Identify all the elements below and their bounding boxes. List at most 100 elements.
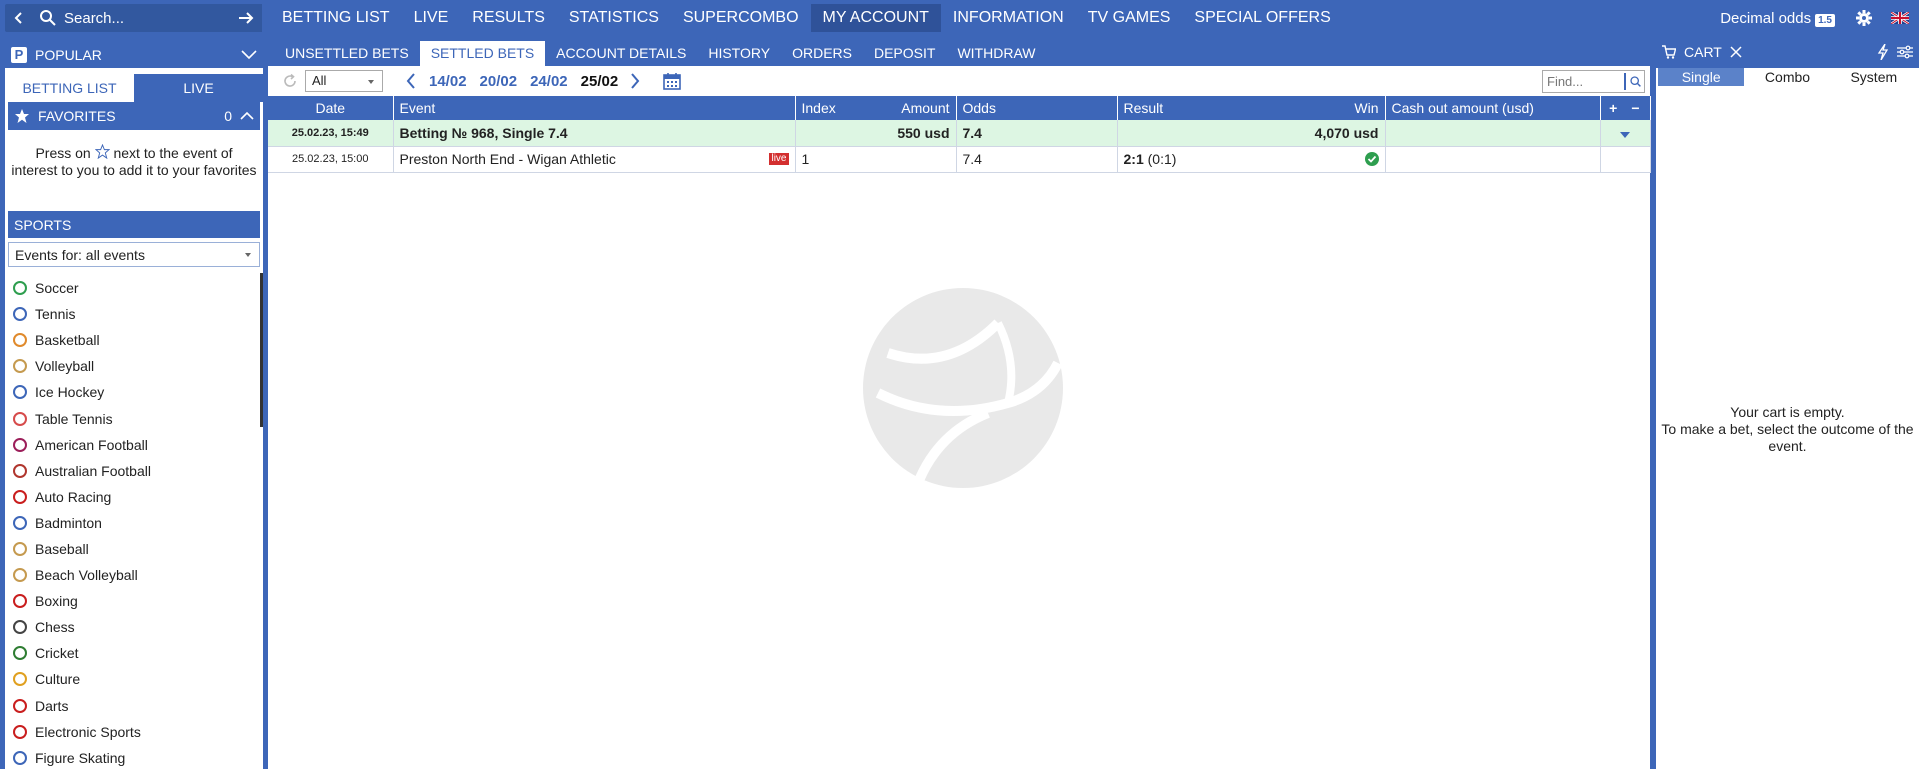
event-index: 1	[795, 146, 957, 173]
live-badge: live	[769, 153, 789, 165]
odds-format-selector[interactable]: Decimal odds 1.5	[1720, 10, 1835, 27]
bet-row[interactable]: 25.02.23, 15:49 Betting № 968, Single 7.…	[268, 120, 1651, 147]
collapse-all-button[interactable]: −	[1631, 100, 1639, 116]
back-button[interactable]	[5, 4, 33, 32]
nav-information[interactable]: INFORMATION	[941, 4, 1076, 32]
dropdown-arrow-icon	[368, 80, 374, 84]
subnav-withdraw[interactable]: WITHDRAW	[946, 41, 1046, 66]
bet-win: 4,070 usd	[1117, 120, 1386, 147]
bet-expand-toggle[interactable]	[1600, 120, 1651, 147]
sport-item[interactable]: Beach Volleyball	[5, 562, 263, 588]
favorites-header[interactable]: FAVORITES 0	[8, 102, 260, 130]
close-icon[interactable]	[1730, 46, 1742, 58]
date-option-current[interactable]: 25/02	[581, 73, 619, 90]
search-icon	[40, 10, 56, 26]
sport-icon	[13, 437, 27, 452]
sport-item[interactable]: Baseball	[5, 536, 263, 562]
sport-label: Basketball	[35, 332, 100, 349]
expand-all-button[interactable]: +	[1609, 100, 1617, 116]
nav-results[interactable]: RESULTS	[460, 4, 557, 32]
sport-icon	[13, 724, 27, 739]
sport-item[interactable]: Cricket	[5, 640, 263, 666]
subnav-deposit[interactable]: DEPOSIT	[863, 41, 946, 66]
settings-sliders-icon[interactable]	[1897, 45, 1913, 59]
nav-tv-games[interactable]: TV GAMES	[1076, 4, 1183, 32]
chevron-right-icon[interactable]	[630, 73, 640, 89]
nav-supercombo[interactable]: SUPERCOMBO	[671, 4, 811, 32]
refresh-icon[interactable]	[281, 72, 299, 90]
sport-item[interactable]: Volleyball	[5, 353, 263, 379]
favorites-count: 0	[224, 108, 232, 124]
sport-item[interactable]: Darts	[5, 693, 263, 719]
sports-list: Soccer Tennis Basketball Volleyball Ice Hock…	[5, 275, 263, 769]
sport-item[interactable]: Figure Skating	[5, 745, 263, 769]
sport-icon	[13, 385, 27, 400]
sidebar-tabs: BETTING LIST LIVE	[5, 74, 263, 102]
nav-statistics[interactable]: STATISTICS	[557, 4, 671, 32]
sport-item[interactable]: Chess	[5, 614, 263, 640]
nav-live[interactable]: LIVE	[402, 4, 461, 32]
nav-betting-list[interactable]: BETTING LIST	[270, 4, 402, 32]
sport-item[interactable]: Basketball	[5, 327, 263, 353]
sidebar-scrollbar[interactable]	[260, 273, 263, 427]
event-odds: 7.4	[956, 146, 1118, 173]
cart-empty-line-1: Your cart is empty.	[1730, 404, 1845, 420]
sport-label: Culture	[35, 671, 81, 688]
tab-live[interactable]: LIVE	[134, 74, 263, 102]
popular-header[interactable]: P POPULAR	[5, 41, 263, 68]
sport-label: Chess	[35, 619, 75, 636]
col-result: Result	[1123, 100, 1164, 116]
sport-item[interactable]: Auto Racing	[5, 484, 263, 510]
sport-item[interactable]: Badminton	[5, 510, 263, 536]
find-input[interactable]: Find...	[1542, 70, 1645, 93]
check-circle-icon	[1364, 152, 1379, 166]
chevron-down-icon	[241, 49, 257, 59]
sport-item[interactable]: Tennis	[5, 301, 263, 327]
tab-combo[interactable]: Combo	[1744, 68, 1831, 86]
table-header-row: Date Event Index Amount Odds Result Win Ca…	[268, 96, 1651, 120]
tab-system[interactable]: System	[1830, 68, 1917, 86]
date-option[interactable]: 24/02	[530, 73, 568, 90]
sport-item[interactable]: American Football	[5, 432, 263, 458]
tab-single[interactable]: Single	[1658, 68, 1745, 86]
sport-item[interactable]: Culture	[5, 666, 263, 692]
subnav-orders[interactable]: ORDERS	[781, 41, 863, 66]
sport-item[interactable]: Electronic Sports	[5, 719, 263, 745]
date-option[interactable]: 14/02	[429, 73, 467, 90]
subnav-unsettled-bets[interactable]: UNSETTLED BETS	[274, 41, 420, 66]
sport-item[interactable]: Table Tennis	[5, 405, 263, 431]
calendar-icon[interactable]	[662, 71, 682, 91]
cart-title: CART	[1684, 44, 1722, 60]
account-subnav: UNSETTLED BETS SETTLED BETS ACCOUNT DETA…	[268, 41, 1650, 66]
uk-flag-icon[interactable]	[1891, 12, 1909, 24]
sport-label: Badminton	[35, 514, 102, 531]
odds-format-badge: 1.5	[1815, 13, 1835, 27]
events-filter-select[interactable]: Events for: all events	[8, 242, 260, 267]
date-option[interactable]: 20/02	[480, 73, 518, 90]
sport-icon	[13, 489, 27, 504]
search-icon[interactable]	[1624, 73, 1642, 90]
event-name[interactable]: Preston North End - Wigan Athletic	[400, 151, 616, 167]
sport-icon	[13, 463, 27, 478]
tab-betting-list[interactable]: BETTING LIST	[5, 74, 134, 102]
sport-item[interactable]: Boxing	[5, 588, 263, 614]
sport-item[interactable]: Ice Hockey	[5, 379, 263, 405]
lightning-icon[interactable]	[1877, 44, 1889, 60]
sport-item[interactable]: Soccer	[5, 275, 263, 301]
search-box[interactable]: Search...	[33, 4, 262, 32]
bet-type-select[interactable]: All	[305, 70, 383, 92]
arrow-right-icon[interactable]	[236, 8, 256, 28]
bet-odds: 7.4	[956, 120, 1118, 147]
subnav-account-details[interactable]: ACCOUNT DETAILS	[545, 41, 697, 66]
sport-icon	[13, 594, 27, 609]
sport-item[interactable]: Australian Football	[5, 458, 263, 484]
chevron-left-icon[interactable]	[406, 73, 416, 89]
subnav-settled-bets[interactable]: SETTLED BETS	[419, 41, 546, 66]
gear-icon[interactable]	[1855, 9, 1873, 27]
top-right-controls: Decimal odds 1.5	[1720, 4, 1909, 32]
sport-label: American Football	[35, 436, 148, 453]
nav-special-offers[interactable]: SPECIAL OFFERS	[1182, 4, 1342, 32]
subnav-history[interactable]: HISTORY	[697, 41, 781, 66]
nav-my-account[interactable]: MY ACCOUNT	[810, 4, 941, 32]
sport-icon	[13, 620, 27, 635]
